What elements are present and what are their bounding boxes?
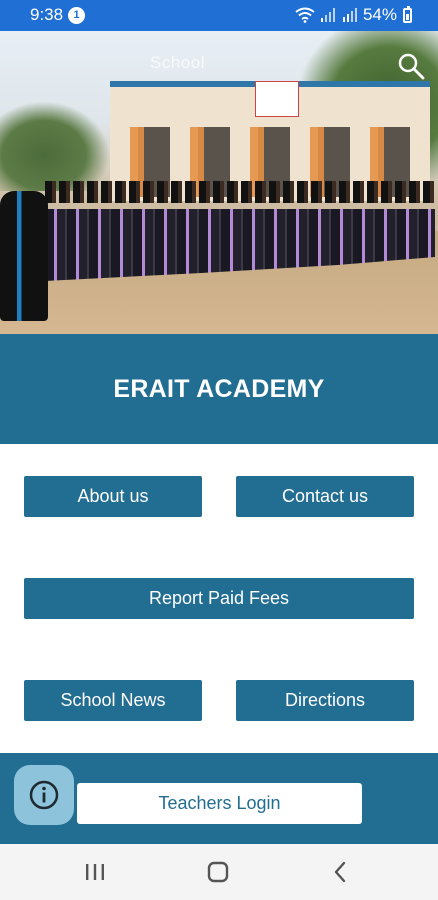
recents-button[interactable]	[80, 858, 110, 886]
report-paid-fees-button[interactable]: Report Paid Fees	[24, 578, 414, 619]
hero-image: School	[0, 31, 438, 334]
wifi-icon	[295, 7, 315, 23]
battery-percentage: 54%	[362, 5, 397, 24]
hero-graduates-heads	[45, 181, 435, 203]
hero-teacher-figure	[0, 191, 48, 321]
system-navigation-bar	[0, 844, 438, 900]
search-icon[interactable]	[396, 51, 426, 81]
home-icon	[207, 861, 229, 883]
back-button[interactable]	[325, 858, 355, 886]
teachers-login-button[interactable]: Teachers Login	[77, 783, 362, 824]
about-us-button[interactable]: About us	[24, 476, 202, 517]
status-indicators: 54%	[295, 4, 412, 26]
hero-school-sign	[255, 81, 299, 117]
notification-count-badge: 1	[68, 7, 85, 24]
status-bar: 9:38 1 54%	[0, 0, 438, 31]
hero-trees-left	[0, 101, 110, 191]
page-title: ERAIT ACADEMY	[113, 374, 325, 403]
school-news-button[interactable]: School News	[24, 680, 202, 721]
info-button[interactable]	[14, 765, 74, 825]
back-icon	[334, 861, 346, 883]
contact-us-button[interactable]: Contact us	[236, 476, 414, 517]
signal-icon	[320, 8, 335, 22]
status-time: 9:38	[30, 5, 64, 24]
hero-watermark-text: School	[150, 53, 205, 72]
info-icon	[29, 780, 59, 810]
battery-icon	[403, 5, 412, 23]
signal-icon-2	[342, 8, 357, 22]
title-banner: ERAIT ACADEMY	[0, 334, 438, 444]
directions-button[interactable]: Directions	[236, 680, 414, 721]
recents-icon	[86, 864, 104, 880]
home-button[interactable]	[203, 858, 233, 886]
